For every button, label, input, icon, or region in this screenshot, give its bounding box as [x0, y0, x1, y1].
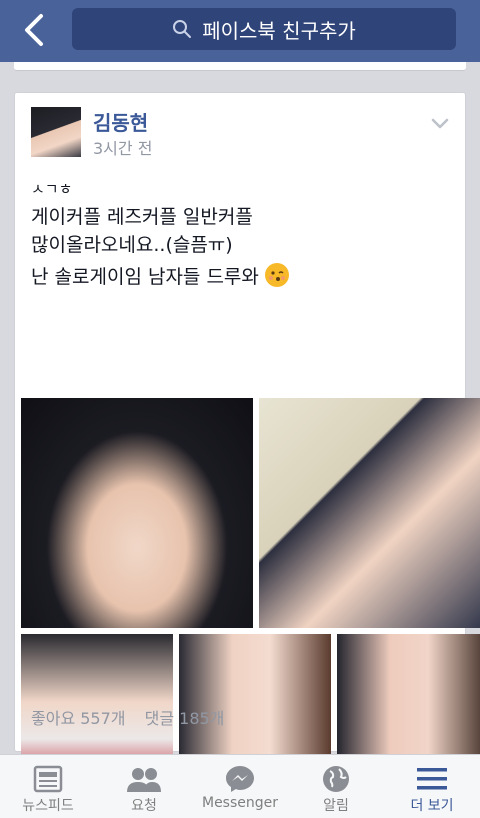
messenger-icon: [224, 763, 256, 795]
search-icon: [172, 19, 192, 39]
bottom-tab-bar: 뉴스피드 요청 Messenger 알림 더 보기: [0, 754, 480, 818]
tab-label: 요청: [131, 798, 157, 814]
tab-more[interactable]: 더 보기: [384, 755, 480, 818]
kissing-face-icon: [264, 263, 289, 287]
search-input[interactable]: 페이스북 친구추가: [72, 8, 456, 50]
post-line: 게이커플 레즈커플 일반커플: [31, 206, 253, 228]
tab-label: 더 보기: [410, 798, 454, 814]
comments-count[interactable]: 댓글 185개: [145, 709, 225, 728]
search-placeholder: 페이스북 친구추가: [202, 18, 356, 43]
post-line: ㅅㄱㅎ: [31, 180, 73, 198]
tab-requests[interactable]: 요청: [96, 755, 192, 818]
globe-icon: [321, 763, 351, 795]
post-author[interactable]: 김동현: [93, 107, 148, 136]
friend-requests-icon: [125, 763, 163, 795]
post-photo-1[interactable]: [21, 398, 253, 628]
previous-post-card: [14, 62, 466, 71]
tab-notifications[interactable]: 알림: [288, 755, 384, 818]
post-time[interactable]: 3시간 전: [93, 135, 152, 159]
chevron-down-icon: [431, 118, 449, 129]
back-button[interactable]: [16, 12, 52, 48]
post-card: 김동현 3시간 전 ㅅㄱㅎ 게이커플 레즈커플 일반커플 많이올라오네요..(슬…: [14, 92, 480, 784]
avatar[interactable]: [31, 107, 81, 157]
chevron-left-icon: [25, 14, 43, 46]
tab-messenger[interactable]: Messenger: [192, 755, 288, 818]
post-stats: 좋아요 557개 댓글 185개: [31, 705, 238, 729]
post-options-button[interactable]: [431, 115, 449, 134]
tab-label: Messenger: [201, 795, 279, 811]
top-bar: 페이스북 친구추가: [0, 0, 480, 62]
news-feed-icon: [33, 763, 63, 795]
post-line: 난 솔로게이임 남자들 드루와: [31, 266, 259, 288]
likes-count[interactable]: 좋아요 557개: [31, 709, 126, 728]
post-text: ㅅㄱㅎ 게이커플 레즈커플 일반커플 많이올라오네요..(슬픔ㅠ) 난 솔로게이…: [31, 175, 451, 291]
tab-news-feed[interactable]: 뉴스피드: [0, 755, 96, 818]
tab-label: 뉴스피드: [22, 798, 74, 814]
tab-label: 알림: [323, 798, 349, 814]
menu-icon: [416, 763, 448, 795]
post-photo-2[interactable]: [259, 398, 480, 628]
post-line: 많이올라오네요..(슬픔ㅠ): [31, 234, 233, 256]
